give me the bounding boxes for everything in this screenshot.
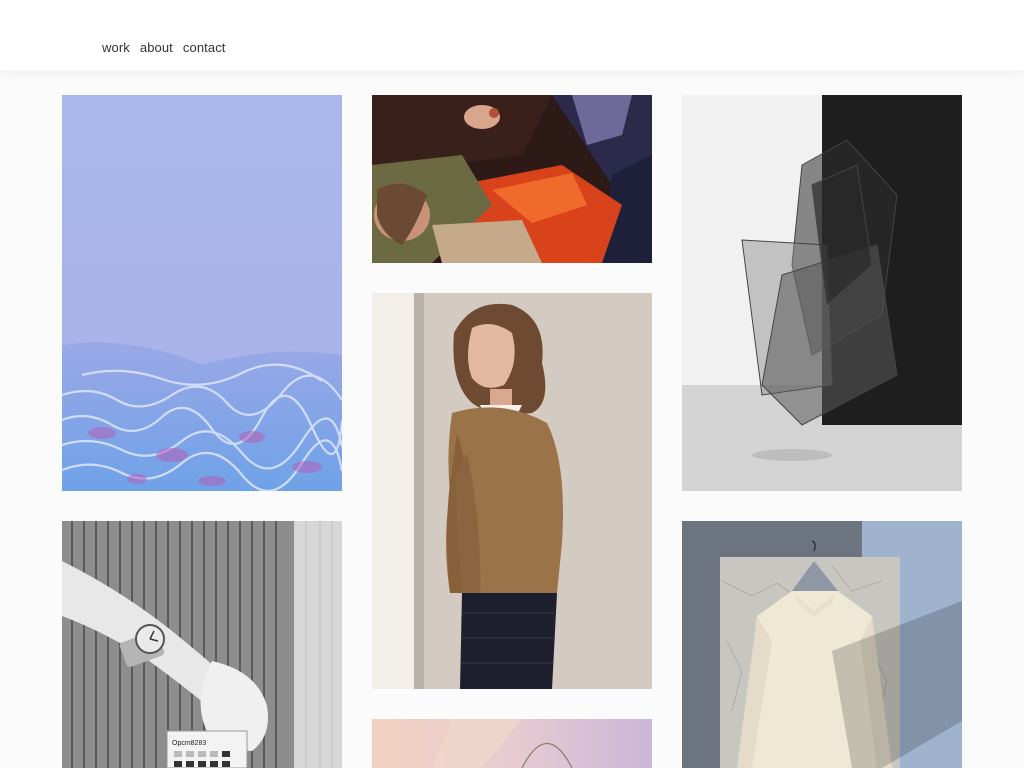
sculpture-image	[682, 95, 962, 491]
gallery-tile-sculpture[interactable]	[682, 95, 962, 491]
nav-link-contact[interactable]: contact	[183, 40, 226, 55]
top-navigation-bar: work about contact	[0, 0, 1024, 70]
camel-jacket-image	[372, 293, 652, 689]
water-image	[62, 95, 342, 491]
calculator-label: Opcm8283	[172, 740, 206, 747]
watch-image: Opcm8283	[62, 521, 342, 768]
gallery-tile-blouse[interactable]	[682, 521, 962, 768]
gallery-tile-model-lying[interactable]	[372, 95, 652, 263]
blouse-image	[682, 521, 962, 768]
model-lying-image	[372, 95, 652, 263]
pastel-image	[372, 719, 652, 768]
nav-link-work[interactable]: work	[102, 40, 130, 55]
gallery-tile-watch[interactable]: Opcm8283	[62, 521, 342, 768]
main-nav: work about contact	[102, 40, 226, 55]
gallery-tile-pastel[interactable]	[372, 719, 652, 768]
gallery-tile-camel-jacket[interactable]	[372, 293, 652, 689]
gallery-tile-water[interactable]	[62, 95, 342, 491]
nav-link-about[interactable]: about	[140, 40, 173, 55]
